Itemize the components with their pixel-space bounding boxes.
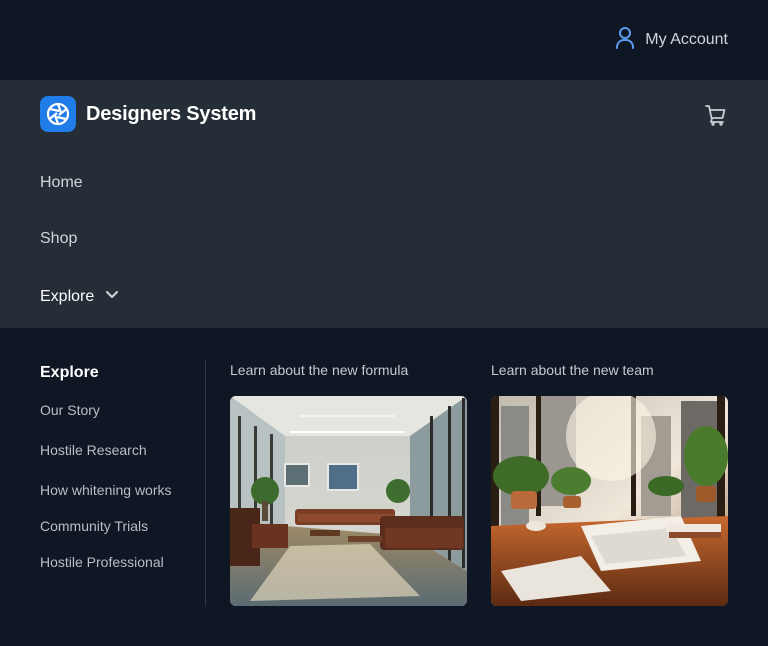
card-caption: Learn about the new team (491, 362, 654, 378)
explore-heading: Explore (40, 364, 99, 381)
nav-home[interactable]: Home (40, 174, 83, 192)
link-community-trials[interactable]: Community Trials (40, 518, 148, 534)
link-hostile-research[interactable]: Hostile Research (40, 442, 147, 458)
cart-icon[interactable] (704, 103, 728, 127)
my-account-link[interactable]: My Account (615, 26, 728, 55)
card-new-team[interactable]: Learn about the new team (491, 362, 728, 606)
nav-home-label: Home (40, 174, 83, 191)
nav-shop[interactable]: Shop (40, 230, 77, 248)
nav-shop-label: Shop (40, 230, 78, 247)
link-hostile-professional[interactable]: Hostile Professional (40, 554, 164, 570)
menu-divider (205, 360, 206, 606)
user-icon (615, 26, 635, 55)
brand[interactable]: Designers System (40, 96, 256, 132)
nav-explore[interactable]: Explore (40, 286, 120, 307)
my-account-label: My Account (645, 31, 728, 48)
link-how-whitening-works[interactable]: How whitening works (40, 482, 172, 498)
office-lounge-image (230, 396, 467, 606)
aperture-logo-icon (40, 96, 76, 132)
link-our-story[interactable]: Our Story (40, 402, 100, 418)
explore-dropdown: Explore Our Story Hostile Research How w… (0, 328, 768, 646)
desk-with-plants-image (491, 396, 728, 606)
card-new-formula[interactable]: Learn about the new formula (230, 362, 467, 606)
navigation-panel: Designers System Home Shop Explore (0, 80, 768, 328)
chevron-down-icon (104, 286, 120, 307)
brand-name: Designers System (86, 102, 257, 125)
nav-explore-label: Explore (40, 287, 95, 305)
card-caption: Learn about the new formula (230, 362, 409, 378)
top-bar: My Account (0, 0, 768, 80)
